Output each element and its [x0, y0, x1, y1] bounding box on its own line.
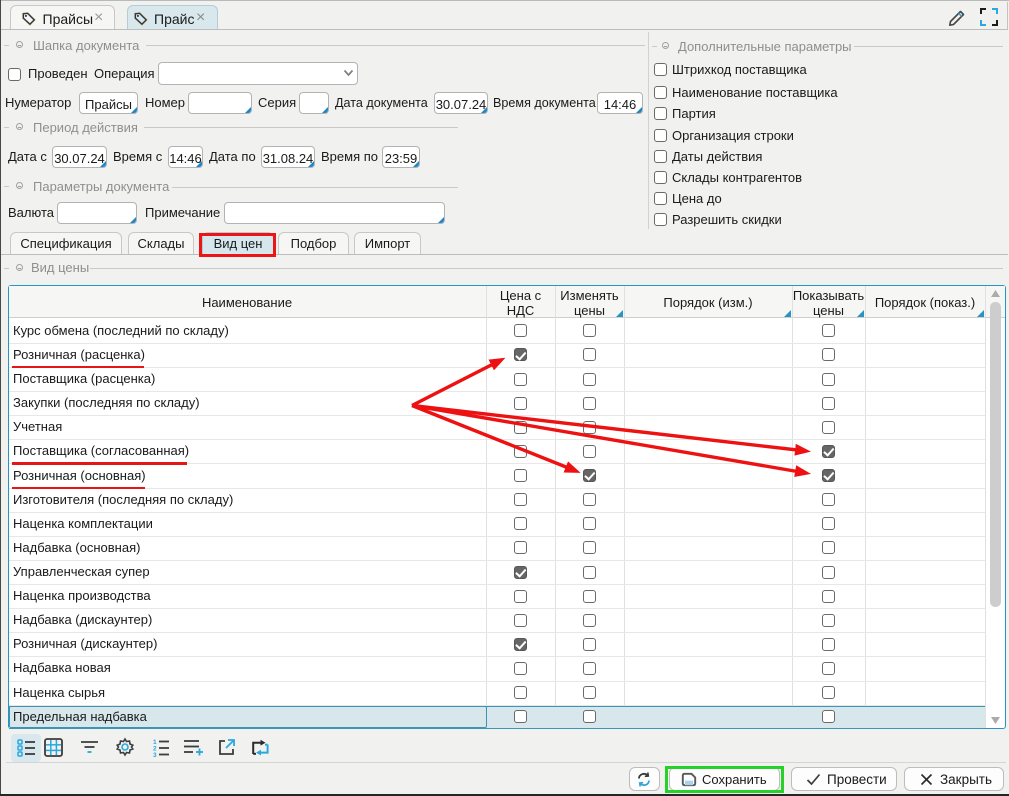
svg-text:3: 3: [153, 752, 157, 757]
